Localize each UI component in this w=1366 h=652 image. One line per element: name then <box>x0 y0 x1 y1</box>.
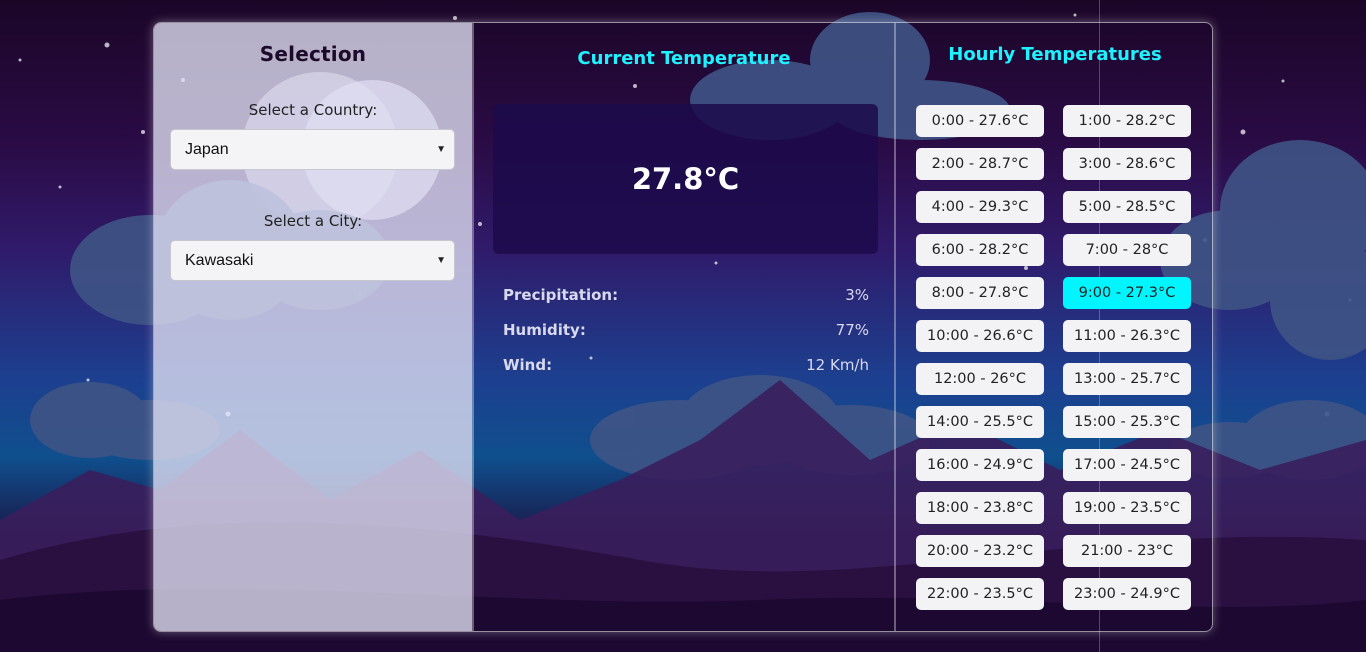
hour-item[interactable]: 22:00 - 23.5°C <box>916 578 1044 610</box>
humidity-row: Humidity: 77% <box>503 321 869 343</box>
hour-item[interactable]: 8:00 - 27.8°C <box>916 277 1044 309</box>
hour-item[interactable]: 20:00 - 23.2°C <box>916 535 1044 567</box>
humidity-value: 77% <box>835 321 869 339</box>
hour-item[interactable]: 1:00 - 28.2°C <box>1063 105 1191 137</box>
hour-item[interactable]: 3:00 - 28.6°C <box>1063 148 1191 180</box>
selection-title: Selection <box>259 42 367 66</box>
hour-item[interactable]: 23:00 - 24.9°C <box>1063 578 1191 610</box>
hour-item[interactable]: 2:00 - 28.7°C <box>916 148 1044 180</box>
precipitation-label: Precipitation: <box>503 286 619 304</box>
wind-label: Wind: <box>503 356 553 374</box>
current-temperature-panel: Current Temperature 27.8°C Precipitation… <box>472 23 896 631</box>
hour-item[interactable]: 15:00 - 25.3°C <box>1063 406 1191 438</box>
hour-item[interactable]: 13:00 - 25.7°C <box>1063 363 1191 395</box>
city-select[interactable]: Kawasaki ▼ <box>170 240 455 281</box>
hour-item[interactable]: 6:00 - 28.2°C <box>916 234 1044 266</box>
hour-item[interactable]: 16:00 - 24.9°C <box>916 449 1044 481</box>
hour-item[interactable]: 19:00 - 23.5°C <box>1063 492 1191 524</box>
country-label: Select a Country: <box>248 101 378 119</box>
hour-item[interactable]: 18:00 - 23.8°C <box>916 492 1044 524</box>
hour-item[interactable]: 0:00 - 27.6°C <box>916 105 1044 137</box>
hourly-temperatures-panel: Hourly Temperatures 0:00 - 27.6°C 1:00 - … <box>896 23 1212 631</box>
current-temperature-value: 27.8°C <box>631 162 740 196</box>
hour-item[interactable]: 14:00 - 25.5°C <box>916 406 1044 438</box>
hour-item[interactable]: 4:00 - 29.3°C <box>916 191 1044 223</box>
current-temperature-title: Current Temperature <box>577 48 791 69</box>
precipitation-value: 3% <box>845 286 869 304</box>
hour-item[interactable]: 5:00 - 28.5°C <box>1063 191 1191 223</box>
hour-item[interactable]: 12:00 - 26°C <box>916 363 1044 395</box>
hour-item[interactable]: 11:00 - 26.3°C <box>1063 320 1191 352</box>
city-label: Select a City: <box>263 212 363 230</box>
selection-panel: Selection Select a Country: Japan ▼ Sele… <box>154 23 472 631</box>
weather-app-container: Selection Select a Country: Japan ▼ Sele… <box>153 22 1213 632</box>
hourly-grid: 0:00 - 27.6°C 1:00 - 28.2°C 2:00 - 28.7°C 3… <box>916 105 1192 610</box>
hour-item[interactable]: 7:00 - 28°C <box>1063 234 1191 266</box>
humidity-label: Humidity: <box>503 321 586 339</box>
hour-item[interactable]: 17:00 - 24.5°C <box>1063 449 1191 481</box>
hour-item[interactable]: 21:00 - 23°C <box>1063 535 1191 567</box>
hourly-temperatures-title: Hourly Temperatures <box>948 44 1162 65</box>
country-select-value: Japan <box>185 141 229 158</box>
wind-row: Wind: 12 Km/h <box>503 356 869 378</box>
chevron-down-icon: ▼ <box>436 255 446 266</box>
wind-value: 12 Km/h <box>806 356 869 374</box>
chevron-down-icon: ▼ <box>436 144 446 155</box>
precipitation-row: Precipitation: 3% <box>503 286 869 308</box>
country-select[interactable]: Japan ▼ <box>170 129 455 170</box>
temperature-display: 27.8°C <box>493 104 878 254</box>
city-select-value: Kawasaki <box>185 252 254 269</box>
hour-item-active[interactable]: 9:00 - 27.3°C <box>1063 277 1191 309</box>
hour-item[interactable]: 10:00 - 26.6°C <box>916 320 1044 352</box>
